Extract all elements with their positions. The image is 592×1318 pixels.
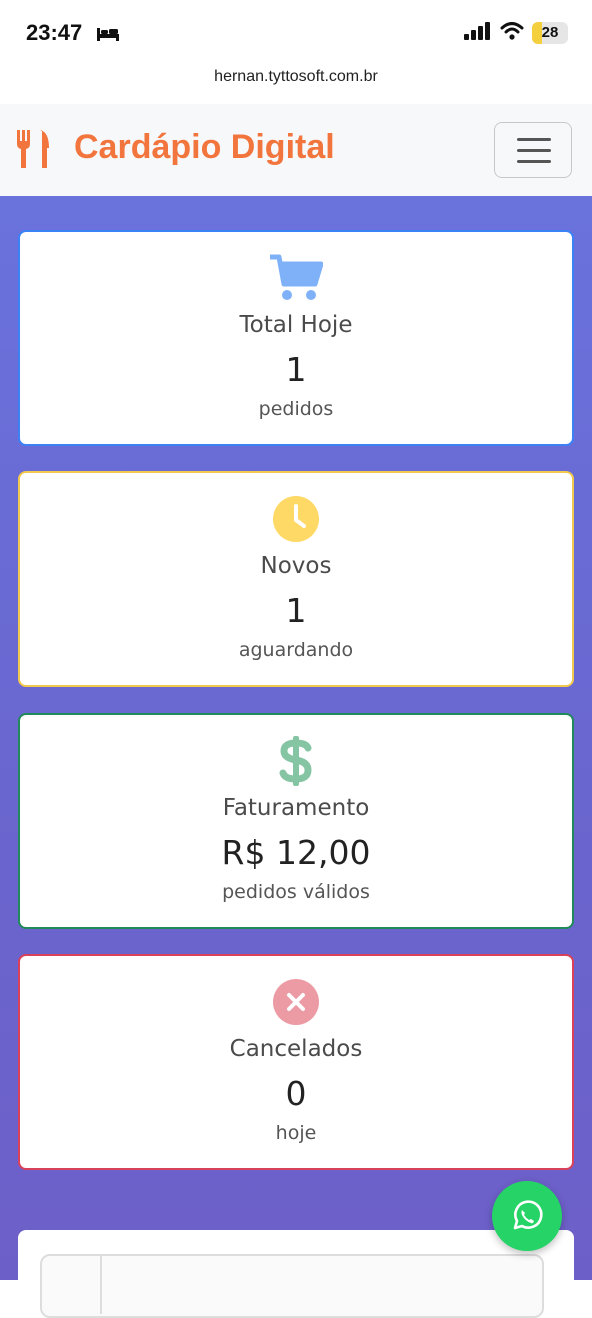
card-value: R$ 12,00 (221, 833, 371, 872)
card-faturamento: Faturamento R$ 12,00 pedidos válidos (18, 713, 574, 929)
dollar-icon (20, 735, 572, 787)
status-time: 23:47 (26, 20, 83, 45)
card-novos: Novos 1 aguardando (18, 471, 574, 687)
card-cancelados: Cancelados 0 hoje (18, 954, 574, 1170)
menu-toggle-button[interactable] (494, 122, 572, 178)
battery-level: 28 (541, 24, 559, 41)
card-title: Faturamento (222, 795, 370, 821)
card-title: Total Hoje (239, 312, 353, 338)
whatsapp-icon (513, 1200, 543, 1230)
sleep-mode-icon (96, 26, 120, 46)
utensils-icon (16, 130, 50, 174)
card-value: 1 (285, 591, 307, 630)
cellular-signal-icon (464, 22, 492, 44)
wifi-icon (500, 22, 524, 44)
card-title: Cancelados (229, 1036, 363, 1062)
whatsapp-button[interactable] (492, 1181, 562, 1251)
clock-icon (20, 493, 572, 545)
card-subtitle: pedidos válidos (222, 881, 370, 903)
card-total-hoje: Total Hoje 1 pedidos (18, 230, 574, 446)
card-title: Novos (260, 553, 332, 579)
status-bar: 23:47 28 (0, 0, 592, 68)
card-subtitle: pedidos (258, 398, 334, 420)
card-value: 0 (285, 1074, 307, 1113)
card-subtitle: hoje (275, 1122, 317, 1144)
card-value: 1 (285, 350, 307, 389)
x-circle-icon (20, 976, 572, 1028)
brand-title[interactable]: Cardápio Digital (74, 128, 335, 167)
cart-icon (20, 252, 572, 304)
hamburger-icon (517, 138, 551, 141)
bottom-panel-divider (100, 1254, 542, 1314)
browser-url[interactable]: hernan.tyttosoft.com.br (0, 68, 592, 86)
battery-indicator: 28 (532, 22, 568, 44)
card-subtitle: aguardando (238, 639, 354, 661)
